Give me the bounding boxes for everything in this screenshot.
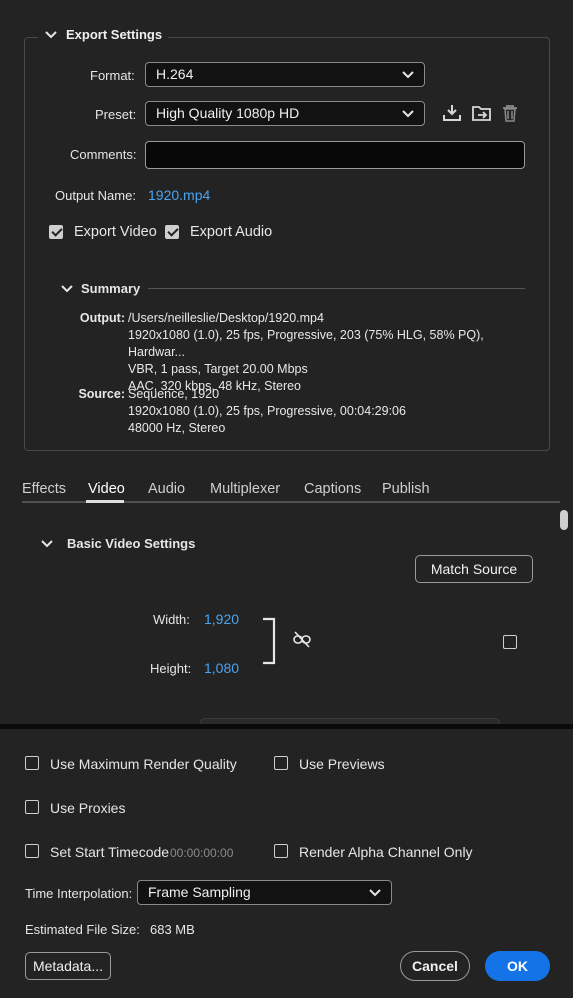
chevron-down-icon <box>41 539 53 547</box>
comments-field[interactable] <box>145 141 525 169</box>
export-audio-checkbox[interactable] <box>165 225 179 239</box>
summary-output-label: Output: <box>79 311 125 325</box>
format-value: H.264 <box>156 66 194 82</box>
time-interpolation-dropdown[interactable]: Frame Sampling <box>137 880 392 905</box>
summary-source-label: Source: <box>78 387 125 401</box>
chevron-down-icon[interactable] <box>44 28 58 42</box>
export-settings-title: Export Settings <box>66 27 163 42</box>
summary-source-value: Sequence, 1920 1920x1080 (1.0), 25 fps, … <box>128 387 406 435</box>
chevron-down-icon <box>402 71 414 79</box>
summary-title: Summary <box>81 281 141 296</box>
use-max-render-checkbox[interactable] <box>25 756 39 770</box>
tab-active-indicator <box>86 500 124 503</box>
tab-multiplexer[interactable]: Multiplexer <box>210 481 280 497</box>
height-label: Height: <box>150 661 192 676</box>
tab-publish[interactable]: Publish <box>382 481 430 497</box>
chevron-down-icon <box>369 889 381 897</box>
import-preset-icon[interactable] <box>471 104 493 123</box>
export-video-label: Export Video <box>74 224 157 240</box>
use-proxies-label: Use Proxies <box>50 800 126 816</box>
summary-header[interactable]: Summary <box>60 281 140 296</box>
preset-value: High Quality 1080p HD <box>156 105 300 121</box>
match-source-button[interactable]: Match Source <box>415 555 533 583</box>
basic-video-settings-title: Basic Video Settings <box>67 536 196 551</box>
output-name-label: Output Name: <box>55 188 136 203</box>
width-label: Width: <box>153 612 190 627</box>
use-proxies-checkbox[interactable] <box>25 800 39 814</box>
scrollbar-thumb[interactable] <box>560 510 568 530</box>
height-value[interactable]: 1,080 <box>204 660 239 676</box>
summary-divider <box>148 288 525 289</box>
export-settings-header[interactable]: Export Settings <box>38 27 169 42</box>
metadata-button[interactable]: Metadata... <box>25 952 111 980</box>
basic-video-settings-header[interactable]: Basic Video Settings <box>40 536 195 551</box>
panel-divider <box>0 724 573 729</box>
preset-dropdown[interactable]: High Quality 1080p HD <box>145 101 425 126</box>
estimated-file-size-value: 683 MB <box>150 922 195 937</box>
use-max-render-label: Use Maximum Render Quality <box>50 756 237 772</box>
set-start-timecode-label: Set Start Timecode <box>50 844 170 860</box>
chevron-down-icon <box>402 110 414 118</box>
ok-button[interactable]: OK <box>485 951 550 981</box>
set-start-timecode-checkbox[interactable] <box>25 844 39 858</box>
preset-label: Preset: <box>95 107 137 122</box>
width-value[interactable]: 1,920 <box>204 611 239 627</box>
use-previews-checkbox[interactable] <box>274 756 288 770</box>
aspect-checkbox[interactable] <box>503 635 517 649</box>
render-alpha-label: Render Alpha Channel Only <box>299 844 473 860</box>
tab-captions[interactable]: Captions <box>304 481 361 497</box>
render-alpha-checkbox[interactable] <box>274 844 288 858</box>
use-previews-label: Use Previews <box>299 756 385 772</box>
format-dropdown[interactable]: H.264 <box>145 62 425 87</box>
tab-audio[interactable]: Audio <box>148 481 185 497</box>
time-interpolation-value: Frame Sampling <box>148 884 251 900</box>
output-name-link[interactable]: 1920.mp4 <box>148 187 210 203</box>
comments-label: Comments: <box>70 147 137 162</box>
cancel-button[interactable]: Cancel <box>400 951 470 981</box>
export-audio-label: Export Audio <box>190 224 273 240</box>
format-label: Format: <box>90 68 135 83</box>
save-preset-icon[interactable] <box>442 104 462 122</box>
tab-effects[interactable]: Effects <box>22 481 66 497</box>
estimated-file-size-label: Estimated File Size: <box>25 922 140 937</box>
link-bracket <box>263 617 276 665</box>
export-video-checkbox[interactable] <box>49 225 63 239</box>
start-timecode-value[interactable]: 00:00:00:00 <box>170 846 233 860</box>
delete-preset-icon[interactable] <box>501 104 519 123</box>
chevron-down-icon <box>61 284 73 292</box>
unlink-icon[interactable] <box>292 631 312 649</box>
time-interpolation-label: Time Interpolation: <box>25 886 133 901</box>
summary-output-value: /Users/neilleslie/Desktop/1920.mp4 1920x… <box>128 311 484 393</box>
tab-video[interactable]: Video <box>88 481 125 497</box>
